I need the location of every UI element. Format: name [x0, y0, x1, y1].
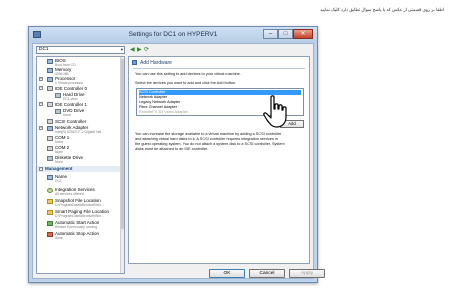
tree-item-diskette-drive[interactable]: Diskette Drive None: [37, 155, 123, 164]
tree-item-automatic-start[interactable]: Automatic Start Action Restart if previo…: [37, 220, 123, 229]
tree-item-smart-paging-location[interactable]: Smart Paging File Location D:\ProgramDat…: [37, 209, 123, 218]
tree-item-com1[interactable]: COM 1 None: [37, 135, 123, 144]
maximize-button[interactable]: □: [278, 29, 293, 39]
hardware-tree: BIOS Boot from CD Memory 4096 MB + Proce…: [36, 56, 125, 274]
cancel-button[interactable]: Cancel: [249, 269, 285, 278]
integration-services-icon: [47, 188, 53, 193]
back-arrow-icon[interactable]: ◀: [130, 46, 135, 54]
snapshot-folder-icon: [47, 199, 53, 204]
tree-item-bios[interactable]: BIOS Boot from CD: [37, 58, 123, 67]
collapse-icon[interactable]: −: [39, 86, 43, 90]
intro-text: You can use this setting to add devices …: [135, 72, 241, 76]
stop-action-icon: [47, 232, 53, 237]
paging-folder-icon: [47, 210, 53, 215]
ide-controller-icon: [47, 86, 53, 91]
bios-icon: [47, 59, 53, 64]
settings-client-area: DC1 ▾ ◀ ▶ ⟳ BIOS Boot from CD Memory 409…: [32, 43, 325, 279]
instruction-text: Select the devices you want to add and c…: [135, 81, 237, 85]
com-port-icon: [47, 146, 53, 151]
processor-icon: [47, 77, 53, 82]
forward-arrow-icon[interactable]: ▶: [137, 46, 142, 54]
tree-item-processor[interactable]: + Processor 1 Virtual processor: [37, 76, 123, 85]
tree-scrollbar[interactable]: [120, 57, 124, 273]
scsi-controller-icon: [47, 119, 53, 124]
vm-selected-value: DC1: [39, 47, 49, 52]
apply-button: Apply: [289, 269, 325, 278]
chevron-down-icon: ▾: [120, 47, 123, 52]
tree-item-network-adapter[interactable]: + Network Adapter Intel(R) 82567LF-2 Gig…: [37, 125, 123, 134]
info-line-2: and attaching virtual hard disks to it. …: [135, 137, 278, 141]
add-hardware-panel: Add Hardware You can use this setting to…: [128, 56, 310, 264]
expand-icon[interactable]: +: [39, 77, 43, 81]
tree-item-integration-services[interactable]: Integration Services All services offere…: [37, 187, 123, 196]
tree-item-snapshot-location[interactable]: Snapshot File Location D:\ProgramData\Mi…: [37, 198, 123, 207]
network-adapter-icon: [47, 126, 53, 131]
tree-item-name[interactable]: Name DC1: [37, 174, 123, 183]
close-button[interactable]: ✕: [293, 29, 313, 39]
settings-window: Settings for DC1 on HYPERV1 – □ ✕ DC1 ▾ …: [28, 26, 325, 283]
info-line-4: disks must be attached to an IDE control…: [135, 147, 209, 151]
diskette-icon: [47, 156, 53, 161]
header-divider: [133, 68, 305, 69]
tree-item-com2[interactable]: COM 2 None: [37, 145, 123, 154]
refresh-icon[interactable]: ⟳: [144, 46, 149, 54]
collapse-icon[interactable]: −: [39, 167, 43, 171]
hard-drive-icon: [55, 93, 61, 98]
memory-icon: [47, 68, 53, 73]
tree-item-dvd-drive[interactable]: DVD Drive None: [37, 108, 123, 117]
tree-item-hard-drive[interactable]: Hard Drive DC1.vhdx: [37, 92, 123, 101]
ide-controller-icon: [47, 102, 53, 107]
tree-scrollbar-thumb[interactable]: [121, 59, 124, 229]
ok-button[interactable]: OK: [209, 269, 245, 278]
title-bar[interactable]: Settings for DC1 on HYPERV1 – □ ✕: [29, 27, 317, 43]
dvd-drive-icon: [55, 109, 61, 114]
expand-icon[interactable]: +: [39, 126, 43, 130]
name-icon: [47, 175, 53, 180]
info-line-3: the guest operating system. You do not a…: [135, 142, 285, 146]
question-text: اطفا بر روی قسمتی از عکس که با پاسخ سوال…: [320, 7, 444, 12]
start-action-icon: [47, 221, 53, 226]
vm-selector-dropdown[interactable]: DC1 ▾: [36, 46, 125, 54]
info-line-1: You can increase the storage available t…: [135, 132, 282, 136]
minimize-button[interactable]: –: [263, 29, 278, 39]
com-port-icon: [47, 136, 53, 141]
hand-cursor-icon: [263, 95, 287, 128]
tree-item-memory[interactable]: Memory 4096 MB: [37, 67, 123, 76]
management-section-header[interactable]: − Management: [37, 166, 123, 172]
add-hardware-icon: [132, 60, 137, 65]
tree-item-automatic-stop[interactable]: Automatic Stop Action Save: [37, 231, 123, 240]
collapse-icon[interactable]: −: [39, 102, 43, 106]
